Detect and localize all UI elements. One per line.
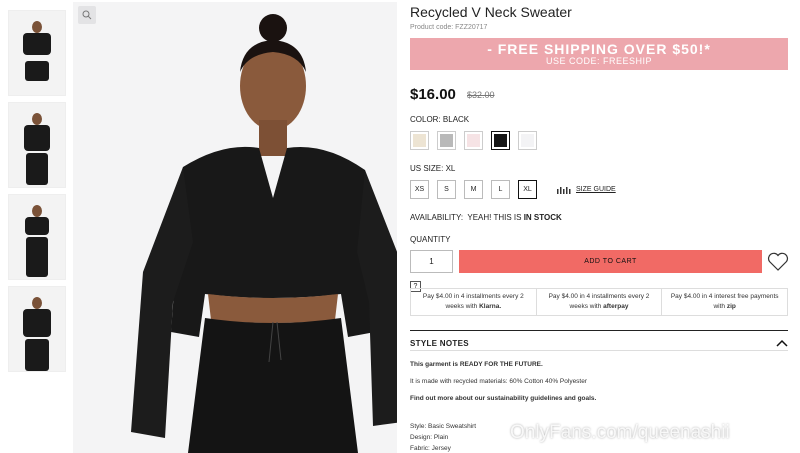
thumbnail-model-pants <box>26 237 48 277</box>
swatch-fill <box>467 134 480 147</box>
payment-option-afterpay[interactable]: Pay $4.00 in 4 installments every 2 week… <box>537 289 663 315</box>
size-options: XS S M L XL SIZE GUIDE <box>410 180 616 199</box>
promo-banner[interactable]: - FREE SHIPPING OVER $50!* USE CODE: FRE… <box>410 38 788 70</box>
color-selected-value: BLACK <box>442 115 470 124</box>
thumbnail-model-head <box>32 297 42 309</box>
thumbnail-model-pants <box>25 61 49 81</box>
style-note-materials: It is made with recycled materials: 60% … <box>410 378 588 385</box>
current-price: $16.00 <box>410 86 456 103</box>
swatch-fill <box>494 134 507 147</box>
availability-text: YEAH! THIS IS <box>467 213 522 222</box>
chevron-up-icon <box>776 339 788 347</box>
style-note-design: Design: Plain <box>410 434 449 441</box>
quantity-label: QUANTITY <box>410 235 451 244</box>
color-label: COLOR: <box>410 115 441 124</box>
ruler-icon <box>557 186 571 194</box>
style-note-fabric: Fabric: Jersey <box>410 445 451 452</box>
color-swatch-grey[interactable] <box>437 131 456 150</box>
main-product-image[interactable] <box>73 2 397 453</box>
swatch-fill <box>521 134 534 147</box>
size-option-m[interactable]: M <box>464 180 483 199</box>
color-label-row: COLOR: BLACK <box>410 115 469 124</box>
thumbnail-3[interactable] <box>8 194 66 280</box>
size-guide-link[interactable]: SIZE GUIDE <box>557 186 616 194</box>
original-price: $32.00 <box>467 90 495 100</box>
payment-text: in 4 interest free payments with <box>701 293 779 310</box>
swatch-fill <box>413 134 426 147</box>
style-notes-title: STYLE NOTES <box>410 339 469 348</box>
wishlist-button[interactable] <box>767 252 789 276</box>
style-notes-divider <box>410 350 788 351</box>
payment-amount: $4.00 <box>683 293 701 300</box>
model-illustration <box>131 14 397 453</box>
payment-option-zip[interactable]: Pay $4.00 in 4 interest free payments wi… <box>662 289 787 315</box>
color-swatches <box>410 131 537 150</box>
size-option-xs[interactable]: XS <box>410 180 429 199</box>
swatch-fill <box>440 134 453 147</box>
afterpay-logo: afterpay <box>603 303 629 310</box>
heart-icon <box>767 252 789 271</box>
thumbnail-4[interactable] <box>8 286 66 372</box>
payment-prefix: Pay <box>422 293 435 300</box>
payment-option-klarna[interactable]: Pay $4.00 in 4 installments every 2 week… <box>411 289 537 315</box>
size-option-s[interactable]: S <box>437 180 456 199</box>
style-note-style: Style: Basic Sweatshirt <box>410 423 477 430</box>
add-to-cart-button[interactable]: ADD TO CART <box>459 250 762 273</box>
payment-prefix: Pay <box>548 293 560 300</box>
promo-headline: - FREE SHIPPING OVER $50!* <box>487 41 711 57</box>
watermark: OnlyFans.com/queenashii <box>510 422 730 443</box>
zoom-button[interactable] <box>78 6 96 24</box>
thumbnail-model-pants <box>26 153 48 185</box>
promo-code: USE CODE: FREESHIP <box>545 56 653 66</box>
size-option-xl[interactable]: XL <box>518 180 537 199</box>
thumbnail-list <box>8 10 66 378</box>
thumbnail-1[interactable] <box>8 10 66 96</box>
size-option-l[interactable]: L <box>491 180 510 199</box>
quantity-input[interactable]: 1 <box>410 250 453 273</box>
thumbnail-model-head <box>32 21 42 33</box>
thumbnail-model-head <box>32 205 42 217</box>
product-title: Recycled V Neck Sweater <box>410 4 572 20</box>
style-note-future: This garment is READY FOR THE FUTURE. <box>410 361 543 368</box>
thumbnail-model-figure <box>24 125 50 151</box>
color-swatch-pink[interactable] <box>464 131 483 150</box>
availability-row: AVAILABILITY: YEAH! THIS IS IN STOCK <box>410 213 562 222</box>
product-code: Product code: FZZ20717 <box>410 24 488 31</box>
klarna-logo: Klarna. <box>479 303 502 310</box>
thumbnail-model-figure <box>23 309 51 337</box>
thumbnail-model-figure <box>23 33 51 55</box>
sustainability-link[interactable]: Find out more about our sustainability g… <box>410 395 596 402</box>
payment-options: Pay $4.00 in 4 installments every 2 week… <box>410 288 788 316</box>
size-guide-label: SIZE GUIDE <box>576 186 616 193</box>
payment-prefix: Pay <box>670 293 683 300</box>
availability-status: IN STOCK <box>523 213 562 222</box>
size-label-row: US SIZE: XL <box>410 164 455 173</box>
thumbnail-model-pants <box>25 339 49 371</box>
thumbnail-2[interactable] <box>8 102 66 188</box>
availability-label: AVAILABILITY: <box>410 213 464 222</box>
size-selected-value: XL <box>445 164 456 173</box>
magnifier-icon <box>82 10 92 20</box>
color-swatch-black[interactable] <box>491 131 510 150</box>
color-swatch-white[interactable] <box>518 131 537 150</box>
thumbnail-model-head <box>32 113 42 125</box>
color-swatch-cream[interactable] <box>410 131 429 150</box>
zip-logo: zip <box>726 303 736 310</box>
payment-amount: $4.00 <box>435 293 453 300</box>
thumbnail-model-figure <box>25 217 49 235</box>
size-label: US SIZE: <box>410 164 444 173</box>
payment-amount: $4.00 <box>561 293 578 300</box>
style-notes-header[interactable]: STYLE NOTES <box>410 330 788 348</box>
